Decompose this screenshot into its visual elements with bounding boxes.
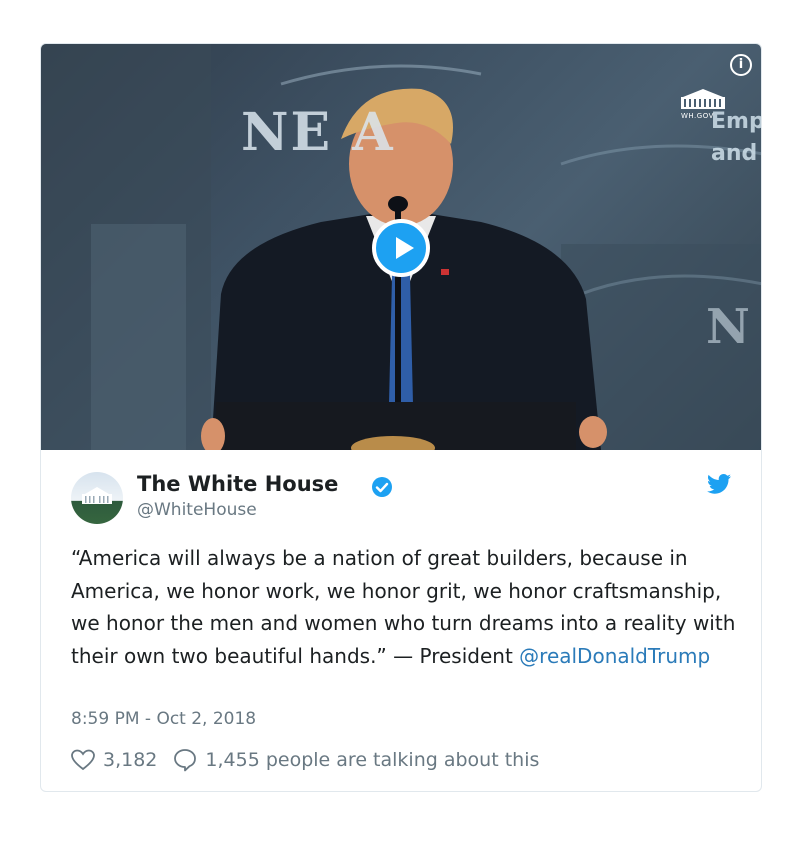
backdrop-line-2: and xyxy=(711,141,758,166)
display-name[interactable]: The White House xyxy=(137,472,338,496)
twitter-bird-icon[interactable] xyxy=(707,474,731,494)
white-house-avatar-icon xyxy=(82,487,112,504)
verified-badge-icon xyxy=(372,477,392,497)
play-icon[interactable] xyxy=(372,219,430,277)
mention-link[interactable]: @realDonaldTrump xyxy=(519,644,710,668)
speech-bubble-icon[interactable] xyxy=(173,748,197,772)
reply-count-text[interactable]: 1,455 people are talking about this xyxy=(205,749,539,771)
backdrop-text-right: Emp and xyxy=(711,106,761,170)
info-icon[interactable]: i xyxy=(730,54,752,76)
tweet-timestamp[interactable]: 8:59 PM - Oct 2, 2018 xyxy=(71,709,256,729)
video-thumbnail[interactable]: NE A Emp and N WH.GOV i xyxy=(41,44,761,450)
embedded-tweet-card[interactable]: NE A Emp and N WH.GOV i The White House … xyxy=(40,43,762,792)
heart-icon[interactable] xyxy=(71,749,95,771)
avatar[interactable] xyxy=(71,472,123,524)
user-handle[interactable]: @WhiteHouse xyxy=(137,500,257,520)
watermark-text: WH.GOV xyxy=(681,112,714,120)
tweet-text: “America will always be a nation of grea… xyxy=(71,542,741,672)
white-house-logo-icon xyxy=(681,89,725,109)
tweet-actions: 3,182 1,455 people are talking about thi… xyxy=(71,748,539,772)
like-count[interactable]: 3,182 xyxy=(103,749,157,771)
backdrop-logo-text: NE A xyxy=(241,102,395,163)
backdrop-letter: N xyxy=(706,299,750,355)
